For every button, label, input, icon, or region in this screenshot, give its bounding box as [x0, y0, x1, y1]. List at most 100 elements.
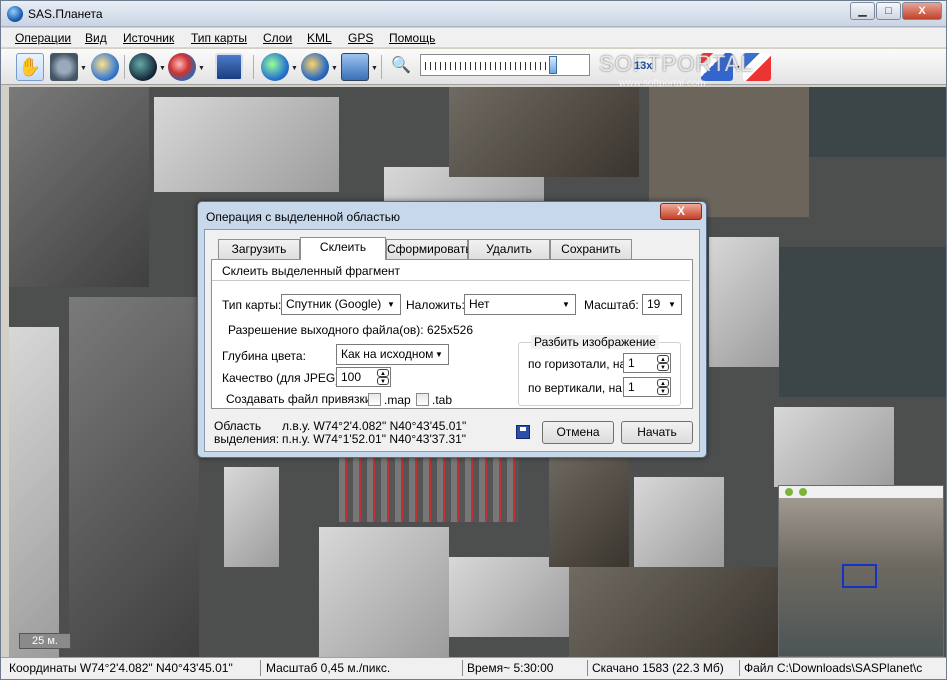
layers-globe-icon[interactable]	[301, 53, 329, 81]
chevron-down-icon[interactable]: ▼	[559, 298, 573, 311]
map-window-icon[interactable]	[341, 53, 369, 81]
menu-view[interactable]: Вид	[85, 31, 107, 45]
satellite-globe-icon[interactable]	[129, 53, 157, 81]
split-horizontal-value: 1	[628, 356, 635, 370]
chevron-down-icon[interactable]: ▼	[80, 65, 87, 72]
map-source-icon[interactable]	[261, 53, 289, 81]
tab-stitch[interactable]: Склеить	[300, 237, 386, 260]
building-roof	[709, 237, 779, 367]
map-scale-bar: 25 м.	[19, 633, 71, 649]
tab-save[interactable]: Сохранить	[550, 239, 632, 259]
status-separator	[587, 660, 588, 676]
chevron-down-icon[interactable]: ▼	[198, 65, 205, 72]
menu-operations[interactable]: Операции	[15, 31, 71, 45]
watermark-logo: SOFTPORTAL	[599, 51, 754, 76]
spin-up-icon[interactable]: ▲	[377, 369, 389, 377]
split-vertical-label: по вертикали, на	[528, 381, 622, 395]
spin-down-icon[interactable]: ▼	[377, 377, 389, 385]
menu-kml[interactable]: KML	[307, 31, 332, 45]
fullscreen-icon[interactable]	[215, 53, 243, 81]
split-horizontal-stepper[interactable]: 1 ▲ ▼	[623, 353, 671, 373]
map-type-label: Тип карты:	[222, 298, 282, 312]
toolbar-separator	[381, 55, 382, 79]
zoom-slider-thumb[interactable]	[549, 56, 557, 74]
maximize-button[interactable]: □	[876, 2, 901, 20]
gps-marker-icon[interactable]	[168, 53, 196, 81]
chevron-down-icon[interactable]: ▼	[665, 298, 679, 311]
mini-map[interactable]	[778, 485, 944, 657]
chevron-down-icon[interactable]: ▼	[331, 65, 338, 72]
building-roof	[634, 477, 724, 567]
tab-delete[interactable]: Удалить	[468, 239, 550, 259]
chevron-down-icon[interactable]: ▼	[371, 65, 378, 72]
chevron-down-icon[interactable]: ▼	[384, 298, 398, 311]
menu-map-type[interactable]: Тип карты	[191, 31, 247, 45]
tab-checkbox-label: .tab	[432, 393, 453, 407]
globe-refresh-icon[interactable]	[91, 53, 119, 81]
menu-source[interactable]: Источник	[123, 31, 174, 45]
tab-checkbox[interactable]	[416, 393, 429, 406]
tab-download[interactable]: Загрузить	[218, 239, 300, 259]
city-block	[569, 567, 779, 657]
quality-value: 100	[341, 370, 362, 384]
hand-pan-icon[interactable]: ✋	[16, 53, 44, 81]
menu-layers[interactable]: Слои	[263, 31, 292, 45]
color-depth-label: Глубина цвета:	[222, 349, 306, 363]
color-depth-select[interactable]: Как на исходном ▼	[336, 344, 449, 365]
building-roof	[224, 467, 279, 567]
spin-up-icon[interactable]: ▲	[657, 355, 669, 363]
zoom-out-magnifier-icon[interactable]: 🔍	[387, 53, 415, 81]
zoom-level-label: 13x	[634, 60, 653, 72]
area-label: Область	[214, 419, 262, 433]
status-separator	[462, 660, 463, 676]
spin-down-icon[interactable]: ▼	[657, 387, 669, 395]
zoom-select[interactable]: 19 ▼	[642, 294, 682, 315]
overlay-value: Нет	[469, 297, 490, 311]
split-group-label: Разбить изображение	[531, 335, 659, 349]
street-shadow	[69, 297, 199, 657]
title-bar[interactable]: SAS.Планета ▁ □ X	[1, 1, 946, 27]
chevron-down-icon[interactable]: ▼	[159, 65, 166, 72]
top-left-coordinate: л.в.у. W74°2'4.082" N40°43'45.01"	[282, 419, 467, 433]
section-divider	[212, 280, 690, 281]
section-title: Склеить выделенный фрагмент	[222, 264, 401, 278]
split-vertical-stepper[interactable]: 1 ▲ ▼	[623, 377, 671, 397]
chevron-down-icon[interactable]: ▼	[291, 65, 298, 72]
spin-up-icon[interactable]: ▲	[657, 379, 669, 387]
building-roof	[774, 407, 894, 487]
app-window: SAS.Планета ▁ □ X Операции Вид Источник …	[0, 0, 947, 680]
start-button[interactable]: Начать	[621, 421, 693, 444]
overlay-label: Наложить:	[406, 298, 465, 312]
status-downloaded: Скачано 1583 (22.3 Мб)	[592, 661, 724, 675]
quality-stepper[interactable]: 100 ▲ ▼	[336, 367, 391, 387]
overlay-select[interactable]: Нет ▼	[464, 294, 576, 315]
minimize-button[interactable]: ▁	[850, 2, 875, 20]
zoom-slider[interactable]	[420, 54, 590, 76]
close-button[interactable]: X	[902, 2, 942, 20]
water-area	[779, 247, 946, 397]
water-area	[799, 87, 946, 157]
dialog-close-button[interactable]: X	[660, 203, 702, 220]
resolution-text: Разрешение выходного файла(ов): 625x526	[228, 323, 474, 337]
map-type-select[interactable]: Спутник (Google) ▼	[281, 294, 401, 315]
map-checkbox[interactable]	[368, 393, 381, 406]
zoom-minus-icon[interactable]	[785, 488, 793, 496]
dialog-title: Операция с выделенной областью	[206, 210, 400, 224]
status-time: Время~ 5:30:00	[467, 661, 554, 675]
floppy-save-icon[interactable]	[516, 425, 530, 439]
menu-help[interactable]: Помощь	[389, 31, 435, 45]
download-tiles-icon[interactable]	[50, 53, 78, 81]
status-separator	[260, 660, 261, 676]
cancel-button[interactable]: Отмена	[542, 421, 614, 444]
tab-generate[interactable]: Сформировать	[386, 239, 472, 259]
zoom-plus-icon[interactable]	[799, 488, 807, 496]
toolbar-separator	[124, 55, 125, 79]
chevron-down-icon[interactable]: ▼	[432, 348, 446, 361]
split-vertical-value: 1	[628, 380, 635, 394]
zoom-label: Масштаб:	[584, 298, 639, 312]
mini-map-viewport-frame[interactable]	[842, 564, 877, 588]
color-depth-value: Как на исходном	[341, 347, 434, 361]
spin-down-icon[interactable]: ▼	[657, 363, 669, 371]
pier	[649, 87, 809, 217]
menu-gps[interactable]: GPS	[348, 31, 373, 45]
